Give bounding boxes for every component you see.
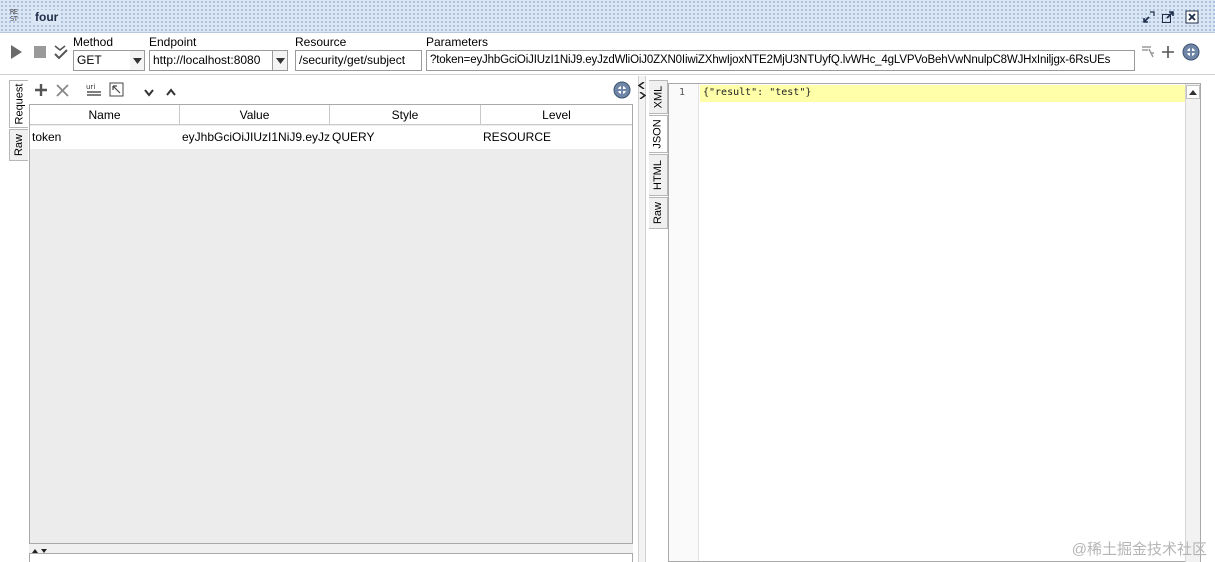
editor-vertical-scrollbar[interactable] bbox=[1185, 84, 1200, 562]
response-content: {"result": "test"} bbox=[703, 87, 812, 98]
param-level-cell[interactable]: RESOURCE bbox=[481, 126, 632, 149]
add-assertion-icon[interactable] bbox=[53, 43, 69, 64]
parameters-label: Parameters bbox=[426, 35, 489, 49]
url-template-icon[interactable]: uri bbox=[86, 82, 102, 101]
params-table bbox=[29, 104, 633, 544]
tab-json-label: JSON bbox=[652, 119, 664, 149]
splitter-bar[interactable] bbox=[29, 544, 633, 553]
parameters-field[interactable]: ?token=eyJhbGciOiJIUzI1NiJ9.eyJzdWliOiJ0… bbox=[426, 50, 1135, 71]
method-dropdown-icon[interactable] bbox=[130, 50, 145, 71]
collapse-right-icon[interactable] bbox=[638, 88, 647, 102]
tab-request[interactable]: Request bbox=[9, 80, 28, 128]
minimize-icon[interactable] bbox=[1141, 9, 1157, 25]
line-number-gutter bbox=[669, 84, 699, 561]
window-title-bar bbox=[0, 0, 1215, 33]
param-details-panel bbox=[29, 553, 633, 562]
copy-params-icon[interactable] bbox=[1140, 44, 1156, 63]
window-title: four bbox=[32, 10, 62, 24]
close-icon[interactable] bbox=[1184, 9, 1200, 25]
help-icon[interactable] bbox=[1182, 43, 1200, 64]
run-icon[interactable] bbox=[9, 44, 23, 63]
split-divider[interactable] bbox=[638, 76, 646, 562]
endpoint-field[interactable]: http://localhost:8080 bbox=[149, 50, 273, 71]
endpoint-label: Endpoint bbox=[149, 35, 197, 49]
tab-html[interactable]: HTML bbox=[649, 154, 668, 196]
param-name-cell[interactable]: token bbox=[30, 126, 180, 149]
toolbar-divider bbox=[0, 74, 1215, 75]
column-header-name[interactable]: Name bbox=[30, 105, 180, 125]
column-header-value[interactable]: Value bbox=[180, 105, 330, 125]
line-number: 1 bbox=[679, 87, 686, 98]
tab-xml[interactable]: XML bbox=[649, 80, 668, 114]
param-help-icon[interactable] bbox=[613, 81, 631, 102]
scroll-up-icon[interactable] bbox=[1186, 85, 1200, 99]
tab-request-label: Request bbox=[13, 83, 26, 125]
resource-label: Resource bbox=[295, 35, 347, 49]
plus-icon[interactable] bbox=[34, 83, 48, 100]
resource-field[interactable]: /security/get/subject bbox=[295, 50, 422, 71]
svg-text:uri: uri bbox=[86, 83, 95, 91]
method-label: Method bbox=[73, 35, 114, 49]
method-select[interactable]: GET bbox=[73, 50, 131, 71]
column-header-style[interactable]: Style bbox=[330, 105, 481, 125]
tab-json[interactable]: JSON bbox=[649, 115, 668, 153]
move-up-icon[interactable] bbox=[166, 85, 176, 99]
reorder-icon[interactable] bbox=[109, 82, 124, 100]
delete-icon[interactable] bbox=[56, 84, 69, 100]
tab-html-label: HTML bbox=[652, 160, 665, 190]
stop-icon[interactable] bbox=[33, 45, 47, 62]
response-editor[interactable] bbox=[668, 83, 1201, 562]
tab-raw-request[interactable]: Raw bbox=[9, 129, 28, 161]
column-header-level[interactable]: Level bbox=[481, 105, 632, 125]
move-down-icon[interactable] bbox=[144, 86, 154, 100]
detach-window-icon[interactable] bbox=[1160, 9, 1176, 25]
tab-raw-request-label: Raw bbox=[13, 133, 26, 157]
param-style-cell[interactable]: QUERY bbox=[330, 126, 481, 149]
param-value-cell[interactable]: eyJhbGciOiJIUzI1NiJ9.eyJz... bbox=[180, 126, 330, 149]
tab-raw-response[interactable]: Raw bbox=[649, 197, 668, 229]
rest-logo: RE ST bbox=[10, 8, 18, 23]
add-param-icon[interactable] bbox=[1161, 45, 1175, 62]
endpoint-dropdown-icon[interactable] bbox=[273, 50, 288, 71]
watermark: @稀土掘金技术社区 bbox=[1071, 541, 1207, 558]
tab-raw-response-label: Raw bbox=[652, 201, 665, 225]
tab-xml-label: XML bbox=[652, 85, 664, 109]
